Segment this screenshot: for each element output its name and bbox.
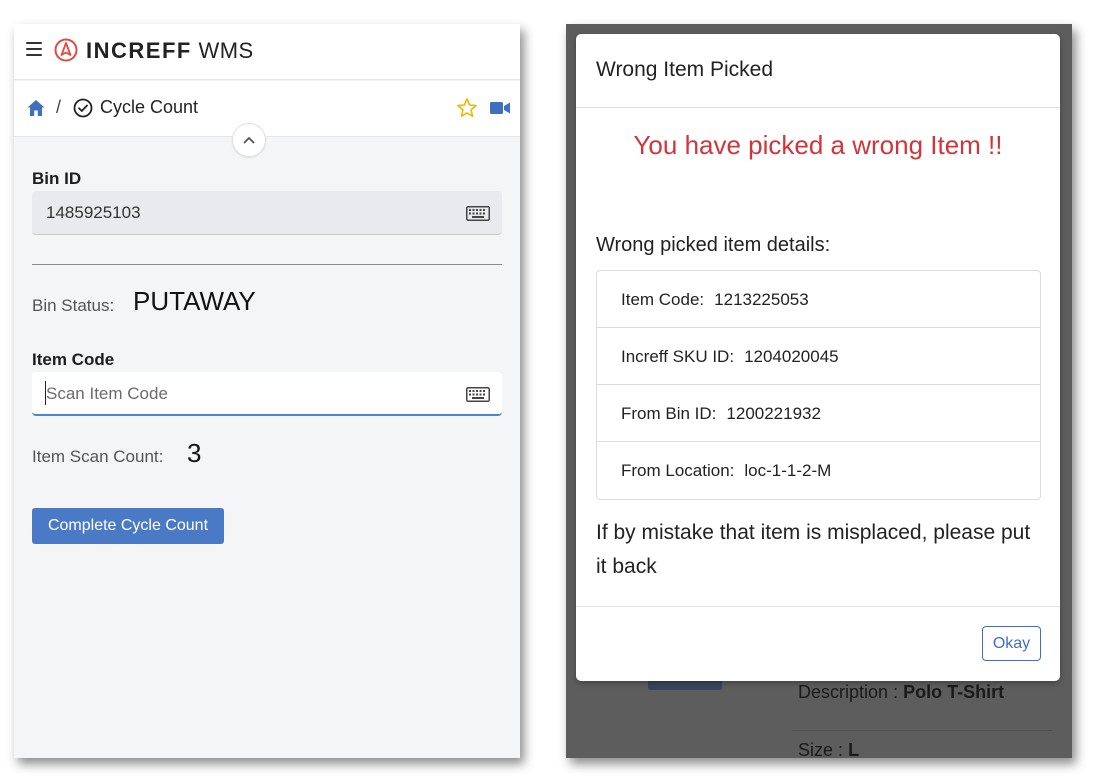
app-title: INCREFF WMS [86,38,254,64]
star-icon[interactable] [456,97,478,119]
detail-value: loc-1-1-2-M [744,461,832,480]
bin-id-field: 1485925103 [32,191,502,235]
brand-suffix: WMS [198,38,254,63]
modal-footer-divider [576,606,1060,607]
bin-id-value: 1485925103 [46,203,141,222]
size-value: L [848,740,860,758]
detail-value: 1200221932 [726,404,821,423]
wrong-item-dialog-screen: Description : Polo T-Shirt Size : L Wron… [566,24,1072,758]
section-divider [32,264,502,265]
item-scan-count-value: 3 [187,438,202,468]
modal-header: Wrong Item Picked [576,34,1060,108]
details-heading: Wrong picked item details: [596,234,831,256]
cycle-count-screen: INCREFF WMS / Cycle Count Bin ID 1485925… [14,24,520,758]
keyboard-icon[interactable] [466,206,490,221]
bin-id-label: Bin ID [32,169,82,188]
item-code-input[interactable]: Scan Item Code [32,372,502,416]
modal-title: Wrong Item Picked [596,58,774,81]
app-header: INCREFF WMS [14,24,520,80]
detail-label: Increff SKU ID: [621,347,735,366]
detail-label: From Bin ID: [621,404,717,423]
okay-button[interactable]: Okay [982,626,1041,661]
compass-logo-icon [54,38,78,62]
background-description: Description : Polo T-Shirt [798,682,1004,703]
detail-label: From Location: [621,461,735,480]
video-icon[interactable] [490,101,510,115]
check-circle-icon [73,98,93,118]
description-label: Description [798,682,889,702]
wrong-item-modal: Wrong Item Picked You have picked a wron… [576,34,1060,681]
item-code-label: Item Code [32,350,115,369]
complete-cycle-count-button[interactable]: Complete Cycle Count [32,508,224,544]
keyboard-icon[interactable] [466,387,490,402]
background-size: Size : L [798,740,859,758]
list-item: Increff SKU ID: 1204020045 [597,328,1040,385]
background-divider [792,730,1052,731]
chevron-up-icon [243,137,255,144]
detail-label: Item Code: [621,290,705,309]
collapse-header-button[interactable] [232,123,266,157]
description-value: Polo T-Shirt [903,682,1005,702]
breadcrumb-separator: / [56,97,62,117]
home-icon[interactable] [26,98,46,118]
misplaced-note: If by mistake that item is misplaced, pl… [596,521,1031,578]
brand-name: INCREFF [86,38,192,63]
breadcrumb: / Cycle Count [14,81,520,137]
detail-value: 1204020045 [744,347,839,366]
size-label: Size [798,740,834,758]
size-separator: : [838,740,844,758]
bin-status-label: Bin Status: [32,296,115,315]
item-code-placeholder: Scan Item Code [46,384,168,403]
details-list: Item Code: 1213225053 Increff SKU ID: 1204… [596,270,1041,500]
description-separator: : [893,682,899,702]
item-scan-count-label: Item Scan Count: [32,447,164,466]
detail-value: 1213225053 [714,290,809,309]
page-title: Cycle Count [100,97,199,117]
hamburger-icon[interactable] [26,42,42,56]
bin-status-value: PUTAWAY [133,286,256,316]
list-item: From Location: loc-1-1-2-M [597,442,1040,499]
list-item: Item Code: 1213225053 [597,271,1040,328]
alert-message: You have picked a wrong Item !! [633,130,1003,160]
list-item: From Bin ID: 1200221932 [597,385,1040,442]
